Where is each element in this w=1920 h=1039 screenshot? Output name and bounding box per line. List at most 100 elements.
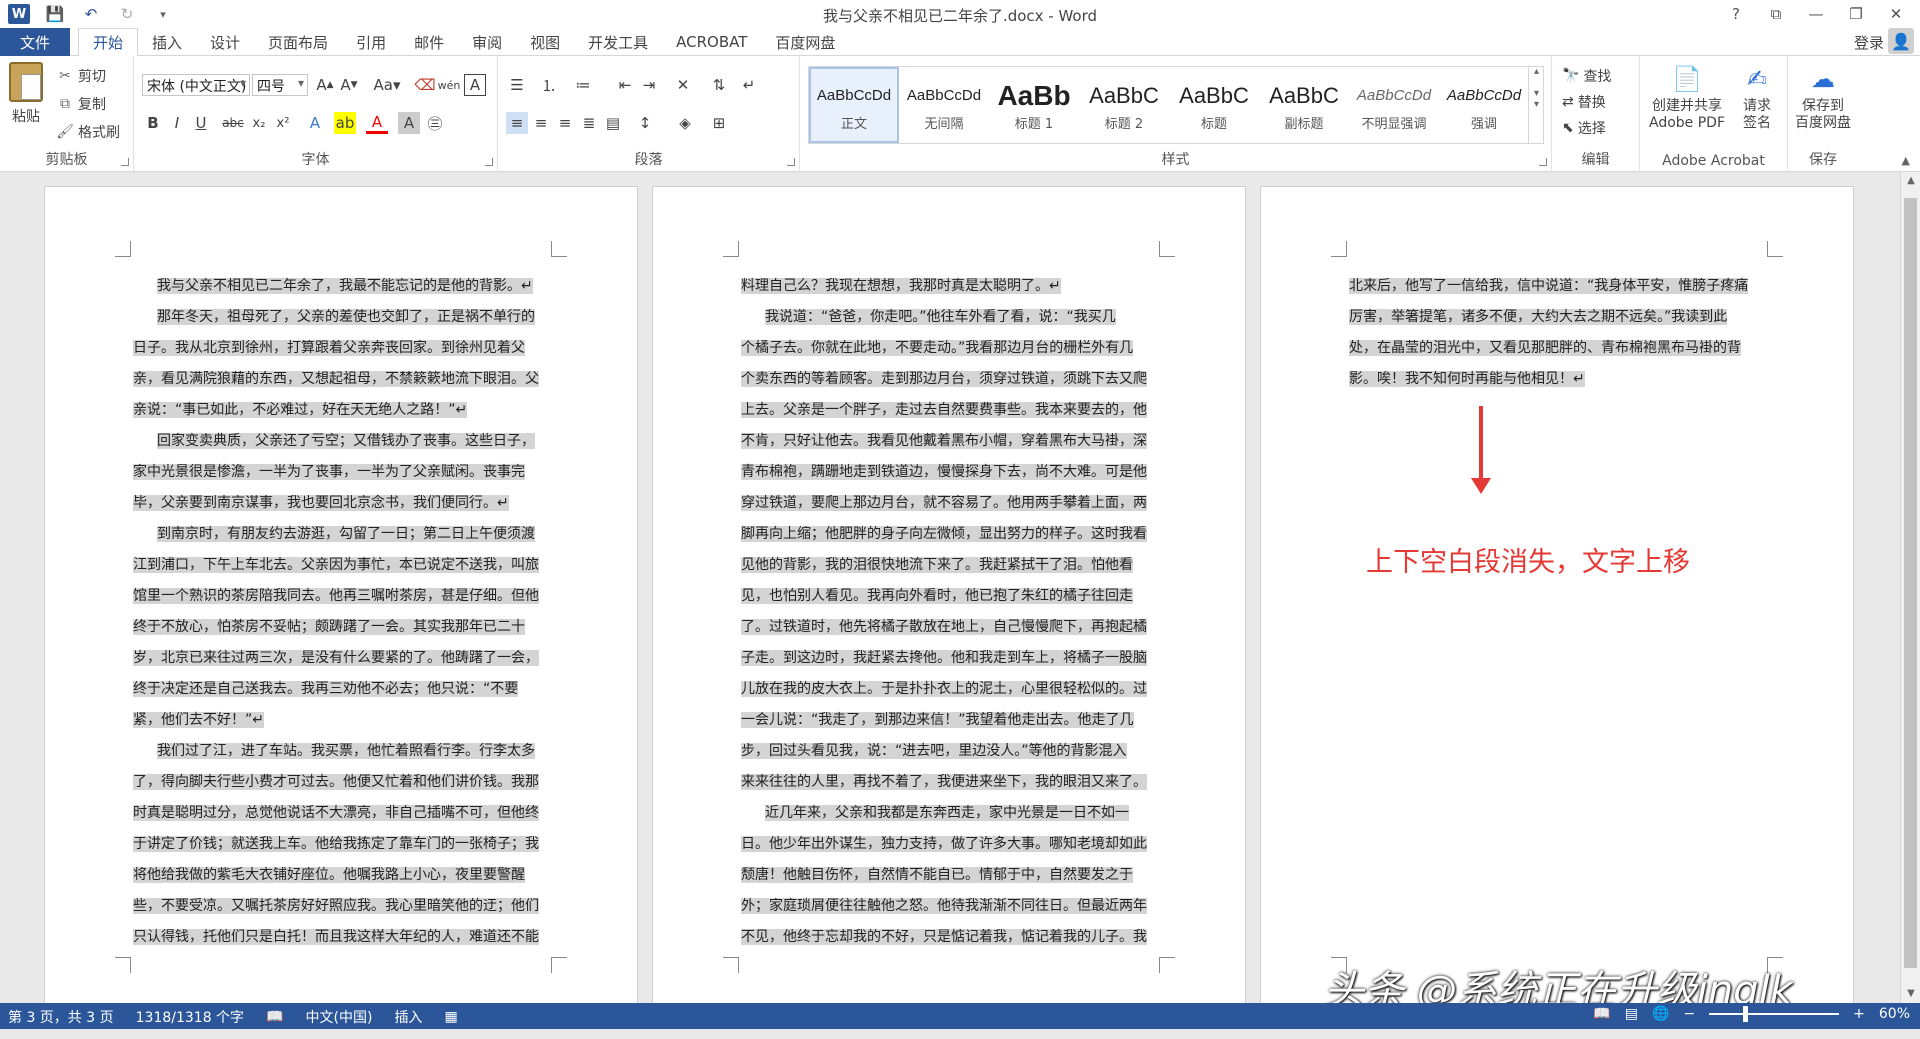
distributed-icon[interactable]: ▤ bbox=[602, 112, 624, 134]
scroll-down-icon[interactable]: ▼ bbox=[1901, 985, 1920, 1003]
scroll-up-icon[interactable]: ▲ bbox=[1901, 172, 1920, 190]
help-icon[interactable]: ? bbox=[1718, 2, 1754, 26]
increase-indent-icon[interactable]: ⇥ bbox=[638, 74, 660, 96]
align-right-icon[interactable]: ≡ bbox=[554, 112, 576, 134]
change-case-icon[interactable]: Aa▾ bbox=[370, 74, 404, 96]
font-size-combo[interactable]: 四号 bbox=[252, 74, 308, 96]
styles-scroll[interactable]: ▴ ▾ ▾ bbox=[1528, 66, 1544, 144]
dialog-launcher-icon[interactable] bbox=[787, 158, 795, 166]
tab-home[interactable]: 开始 bbox=[78, 28, 139, 57]
italic-icon[interactable]: I bbox=[166, 112, 188, 134]
style-title[interactable]: AaBbC 标题 bbox=[1169, 67, 1259, 143]
paste-button[interactable]: 粘贴 bbox=[6, 62, 46, 142]
save-icon[interactable]: 💾 bbox=[44, 4, 66, 24]
shading-icon[interactable]: ◈ bbox=[674, 112, 696, 134]
scroll-thumb[interactable] bbox=[1904, 198, 1917, 968]
zoom-in-icon[interactable]: + bbox=[1853, 1006, 1865, 1022]
redo-icon[interactable]: ↻ bbox=[116, 4, 138, 24]
decrease-indent-icon[interactable]: ⇤ bbox=[614, 74, 636, 96]
grow-font-icon[interactable]: A ▲ bbox=[314, 74, 336, 96]
superscript-icon[interactable]: x² bbox=[272, 112, 294, 134]
proofing-icon[interactable]: 📖 bbox=[266, 1009, 283, 1025]
format-painter-button[interactable]: 🖌 格式刷 bbox=[56, 122, 120, 142]
justify-icon[interactable]: ≣ bbox=[578, 112, 600, 134]
align-left-icon[interactable]: ≡ bbox=[506, 112, 528, 134]
read-mode-icon[interactable]: 📖 bbox=[1593, 1006, 1610, 1022]
bullets-icon[interactable]: ☰ bbox=[506, 74, 528, 96]
ribbon-display-icon[interactable]: ⧉ bbox=[1758, 2, 1794, 26]
zoom-slider[interactable] bbox=[1709, 1006, 1840, 1022]
tab-acrobat[interactable]: ACROBAT bbox=[662, 28, 761, 56]
zoom-level[interactable]: 60% bbox=[1879, 1006, 1910, 1022]
show-marks-icon[interactable]: ↵ bbox=[738, 74, 760, 96]
language-indicator[interactable]: 中文(中国) bbox=[306, 1007, 373, 1027]
word-app-icon[interactable]: W bbox=[8, 4, 30, 24]
clear-format-icon[interactable]: ⌫ bbox=[414, 74, 436, 96]
tab-baidu-netdisk[interactable]: 百度网盘 bbox=[761, 28, 849, 56]
tab-mailings[interactable]: 邮件 bbox=[400, 28, 458, 56]
page-3-text[interactable]: 北来后，他写了一信给我，信中说道：“我身体平安，惟膀子疼痛 厉害，举箸提笔，诸多不… bbox=[1349, 271, 1755, 395]
undo-icon[interactable]: ↶ bbox=[80, 4, 102, 24]
maximize-icon[interactable]: ❐ bbox=[1838, 2, 1874, 26]
customize-qat-icon[interactable]: ▾ bbox=[152, 4, 174, 24]
text-effects-icon[interactable]: A bbox=[304, 112, 326, 134]
tab-layout[interactable]: 页面布局 bbox=[254, 28, 342, 56]
avatar[interactable]: 👤 bbox=[1888, 28, 1914, 54]
style-emphasis[interactable]: AaBbCcDd 强调 bbox=[1439, 67, 1529, 143]
style-normal[interactable]: AaBbCcDd 正文 bbox=[809, 67, 899, 143]
sign-in-link[interactable]: 登录 bbox=[1854, 32, 1884, 53]
request-signature-button[interactable]: ✍ 请求 签名 bbox=[1732, 64, 1782, 132]
enclose-characters-icon[interactable]: ㊂ bbox=[424, 112, 446, 134]
web-layout-icon[interactable]: 🌐 bbox=[1652, 1006, 1669, 1022]
line-spacing-icon[interactable]: ↕ bbox=[634, 112, 656, 134]
shrink-font-icon[interactable]: A ▼ bbox=[338, 74, 360, 96]
dialog-launcher-icon[interactable] bbox=[1539, 158, 1547, 166]
font-color-icon[interactable]: A bbox=[366, 112, 388, 134]
page-count[interactable]: 第 3 页，共 3 页 bbox=[8, 1007, 114, 1027]
highlight-color-icon[interactable]: ab bbox=[334, 112, 356, 134]
underline-icon[interactable]: U bbox=[190, 112, 212, 134]
numbering-icon[interactable]: ⒈ bbox=[538, 74, 560, 96]
bold-icon[interactable]: B bbox=[142, 112, 164, 134]
copy-button[interactable]: ⧉ 复制 bbox=[56, 94, 106, 114]
chinese-layout-icon[interactable]: ✕ bbox=[672, 74, 694, 96]
tab-references[interactable]: 引用 bbox=[342, 28, 400, 56]
subscript-icon[interactable]: x₂ bbox=[248, 112, 270, 134]
cut-button[interactable]: ✂ 剪切 bbox=[56, 66, 106, 86]
close-icon[interactable]: ✕ bbox=[1878, 2, 1914, 26]
macro-record-icon[interactable]: ▦ bbox=[444, 1009, 457, 1025]
zoom-out-icon[interactable]: − bbox=[1683, 1006, 1695, 1022]
align-center-icon[interactable]: ≡ bbox=[530, 112, 552, 134]
style-no-spacing[interactable]: AaBbCcDd 无间隔 bbox=[899, 67, 989, 143]
tab-design[interactable]: 设计 bbox=[196, 28, 254, 56]
phonetic-guide-icon[interactable]: wén bbox=[438, 74, 461, 96]
strikethrough-icon[interactable]: abc bbox=[222, 112, 244, 134]
select-button[interactable]: ⬉ 选择 bbox=[1562, 118, 1606, 138]
page-1-text[interactable]: 我与父亲不相见已二年余了，我最不能忘记的是他的背影。↵ 那年冬天，祖母死了，父亲的… bbox=[133, 271, 539, 953]
collapse-ribbon-icon[interactable]: ▲ bbox=[1902, 154, 1910, 167]
print-layout-icon[interactable]: ▤ bbox=[1625, 1006, 1638, 1022]
save-to-baidu-button[interactable]: ☁ 保存到 百度网盘 bbox=[1790, 64, 1856, 132]
sort-icon[interactable]: ⇅ bbox=[708, 74, 730, 96]
create-share-pdf-button[interactable]: 📄 创建并共享 Adobe PDF bbox=[1646, 64, 1728, 132]
word-count[interactable]: 1318/1318 个字 bbox=[136, 1007, 244, 1027]
vertical-scrollbar[interactable]: ▲ ▼ bbox=[1900, 172, 1920, 1003]
style-heading-1[interactable]: AaBb 标题 1 bbox=[989, 67, 1079, 143]
style-subtitle[interactable]: AaBbC 副标题 bbox=[1259, 67, 1349, 143]
dialog-launcher-icon[interactable] bbox=[485, 158, 493, 166]
borders-icon[interactable]: ⊞ bbox=[708, 112, 730, 134]
font-name-combo[interactable]: 宋体 (中文正文) bbox=[142, 74, 250, 96]
page-2-text[interactable]: 料理自己么？我现在想想，我那时真是太聪明了。↵ 我说道：“爸爸，你走吧。”他往车外… bbox=[741, 271, 1147, 953]
dialog-launcher-icon[interactable] bbox=[121, 158, 129, 166]
minimize-icon[interactable]: — bbox=[1798, 2, 1834, 26]
tab-view[interactable]: 视图 bbox=[516, 28, 574, 56]
tab-review[interactable]: 审阅 bbox=[458, 28, 516, 56]
replace-button[interactable]: ⇄ 替换 bbox=[1562, 92, 1606, 112]
tab-file[interactable]: 文件 bbox=[0, 28, 70, 56]
tab-insert[interactable]: 插入 bbox=[138, 28, 196, 56]
character-border-icon[interactable]: A bbox=[464, 74, 486, 96]
character-shading-icon[interactable]: A bbox=[398, 112, 420, 134]
style-subtle-emphasis[interactable]: AaBbCcDd 不明显强调 bbox=[1349, 67, 1439, 143]
find-button[interactable]: 🔭 查找 bbox=[1562, 66, 1611, 86]
tab-developer[interactable]: 开发工具 bbox=[574, 28, 662, 56]
